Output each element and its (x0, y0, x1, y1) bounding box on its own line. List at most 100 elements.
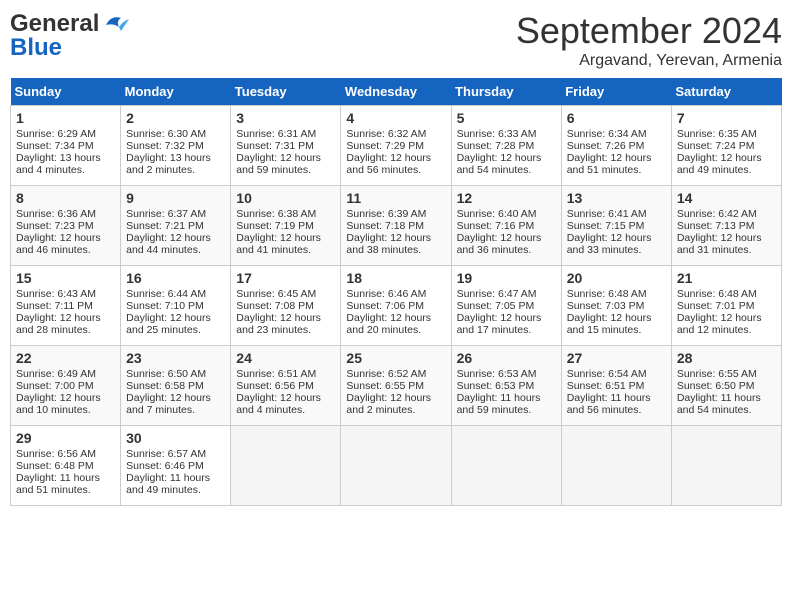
sunrise-text: Sunrise: 6:52 AM (346, 368, 426, 380)
calendar-cell: 4 Sunrise: 6:32 AMSunset: 7:29 PMDaylight… (341, 106, 451, 186)
sunrise-text: Sunrise: 6:29 AM (16, 128, 96, 140)
day-number: 26 (457, 350, 556, 366)
sunrise-text: Sunrise: 6:36 AM (16, 208, 96, 220)
calendar-cell: 18Sunrise: 6:46 AMSunset: 7:06 PMDayligh… (341, 266, 451, 346)
sunrise-text: Sunrise: 6:31 AM (236, 128, 316, 140)
sunset-text: Sunset: 6:46 PM (126, 460, 204, 472)
sunrise-text: Sunrise: 6:57 AM (126, 448, 206, 460)
header-sunday: Sunday (11, 78, 121, 106)
daylight-text: Daylight: 12 hours and 7 minutes. (126, 392, 211, 416)
day-number: 25 (346, 350, 445, 366)
sunrise-text: Sunrise: 6:34 AM (567, 128, 647, 140)
daylight-text: Daylight: 12 hours and 36 minutes. (457, 232, 542, 256)
sunrise-text: Sunrise: 6:50 AM (126, 368, 206, 380)
calendar-cell (671, 426, 781, 506)
sunrise-text: Sunrise: 6:38 AM (236, 208, 316, 220)
day-number: 4 (346, 110, 445, 126)
day-number: 15 (16, 270, 115, 286)
day-number: 2 (126, 110, 225, 126)
sunrise-text: Sunrise: 6:51 AM (236, 368, 316, 380)
daylight-text: Daylight: 12 hours and 12 minutes. (677, 312, 762, 336)
daylight-text: Daylight: 13 hours and 4 minutes. (16, 152, 101, 176)
calendar-cell: 7Sunrise: 6:35 AMSunset: 7:24 PMDaylight… (671, 106, 781, 186)
sunrise-text: Sunrise: 6:48 AM (677, 288, 757, 300)
sunrise-text: Sunrise: 6:46 AM (346, 288, 426, 300)
sunset-text: Sunset: 6:55 PM (346, 380, 424, 392)
daylight-text: Daylight: 12 hours and 10 minutes. (16, 392, 101, 416)
sunset-text: Sunset: 7:29 PM (346, 140, 424, 152)
sunset-text: Sunset: 6:50 PM (677, 380, 755, 392)
sunset-text: Sunset: 6:51 PM (567, 380, 645, 392)
header-saturday: Saturday (671, 78, 781, 106)
sunrise-text: Sunrise: 6:54 AM (567, 368, 647, 380)
day-number: 18 (346, 270, 445, 286)
sunset-text: Sunset: 7:10 PM (126, 300, 204, 312)
sunrise-text: Sunrise: 6:30 AM (126, 128, 206, 140)
calendar-cell: 25Sunrise: 6:52 AMSunset: 6:55 PMDayligh… (341, 346, 451, 426)
day-number: 5 (457, 110, 556, 126)
calendar-cell: 16Sunrise: 6:44 AMSunset: 7:10 PMDayligh… (121, 266, 231, 346)
day-number: 11 (346, 190, 445, 206)
day-number: 10 (236, 190, 335, 206)
calendar-week-row: 1Sunrise: 6:29 AMSunset: 7:34 PMDaylight… (11, 106, 782, 186)
calendar-week-row: 8Sunrise: 6:36 AMSunset: 7:23 PMDaylight… (11, 186, 782, 266)
sunset-text: Sunset: 7:26 PM (567, 140, 645, 152)
calendar-cell: 6Sunrise: 6:34 AMSunset: 7:26 PMDaylight… (561, 106, 671, 186)
sunset-text: Sunset: 7:18 PM (346, 220, 424, 232)
sunset-text: Sunset: 6:58 PM (126, 380, 204, 392)
daylight-text: Daylight: 12 hours and 49 minutes. (677, 152, 762, 176)
sunrise-text: Sunrise: 6:42 AM (677, 208, 757, 220)
sunset-text: Sunset: 7:19 PM (236, 220, 314, 232)
page-header: General Blue September 2024 Argavand, Ye… (10, 10, 782, 70)
calendar-header-row: SundayMondayTuesdayWednesdayThursdayFrid… (11, 78, 782, 106)
sunrise-text: Sunrise: 6:53 AM (457, 368, 537, 380)
daylight-text: Daylight: 12 hours and 44 minutes. (126, 232, 211, 256)
sunrise-text: Sunrise: 6:43 AM (16, 288, 96, 300)
sunset-text: Sunset: 7:28 PM (457, 140, 535, 152)
sunset-text: Sunset: 7:16 PM (457, 220, 535, 232)
calendar-cell (451, 426, 561, 506)
daylight-text: Daylight: 12 hours and 54 minutes. (457, 152, 542, 176)
sunset-text: Sunset: 6:53 PM (457, 380, 535, 392)
day-number: 24 (236, 350, 335, 366)
daylight-text: Daylight: 12 hours and 56 minutes. (346, 152, 431, 176)
sunrise-text: Sunrise: 6:56 AM (16, 448, 96, 460)
calendar-cell: 29Sunrise: 6:56 AMSunset: 6:48 PMDayligh… (11, 426, 121, 506)
calendar-cell: 26Sunrise: 6:53 AMSunset: 6:53 PMDayligh… (451, 346, 561, 426)
sunset-text: Sunset: 7:01 PM (677, 300, 755, 312)
sunset-text: Sunset: 7:15 PM (567, 220, 645, 232)
sunrise-text: Sunrise: 6:55 AM (677, 368, 757, 380)
daylight-text: Daylight: 13 hours and 2 minutes. (126, 152, 211, 176)
sunrise-text: Sunrise: 6:45 AM (236, 288, 316, 300)
calendar-cell: 2 Sunrise: 6:30 AMSunset: 7:32 PMDaylight… (121, 106, 231, 186)
sunset-text: Sunset: 7:32 PM (126, 140, 204, 152)
sunset-text: Sunset: 6:48 PM (16, 460, 94, 472)
daylight-text: Daylight: 12 hours and 20 minutes. (346, 312, 431, 336)
calendar-cell: 3Sunrise: 6:31 AMSunset: 7:31 PMDaylight… (231, 106, 341, 186)
title-section: September 2024 Argavand, Yerevan, Armeni… (516, 10, 782, 70)
daylight-text: Daylight: 12 hours and 25 minutes. (126, 312, 211, 336)
sunrise-text: Sunrise: 6:47 AM (457, 288, 537, 300)
calendar-cell (561, 426, 671, 506)
location: Argavand, Yerevan, Armenia (516, 52, 782, 70)
daylight-text: Daylight: 12 hours and 15 minutes. (567, 312, 652, 336)
sunrise-text: Sunrise: 6:35 AM (677, 128, 757, 140)
calendar-cell: 1Sunrise: 6:29 AMSunset: 7:34 PMDaylight… (11, 106, 121, 186)
daylight-text: Daylight: 12 hours and 33 minutes. (567, 232, 652, 256)
calendar-cell: 28Sunrise: 6:55 AMSunset: 6:50 PMDayligh… (671, 346, 781, 426)
day-number: 19 (457, 270, 556, 286)
daylight-text: Daylight: 12 hours and 17 minutes. (457, 312, 542, 336)
day-number: 6 (567, 110, 666, 126)
daylight-text: Daylight: 11 hours and 51 minutes. (16, 472, 100, 496)
sunrise-text: Sunrise: 6:32 AM (346, 128, 426, 140)
sunset-text: Sunset: 7:11 PM (16, 300, 93, 312)
daylight-text: Daylight: 12 hours and 38 minutes. (346, 232, 431, 256)
day-number: 22 (16, 350, 115, 366)
daylight-text: Daylight: 12 hours and 41 minutes. (236, 232, 321, 256)
day-number: 9 (126, 190, 225, 206)
day-number: 30 (126, 430, 225, 446)
calendar-cell: 15Sunrise: 6:43 AMSunset: 7:11 PMDayligh… (11, 266, 121, 346)
daylight-text: Daylight: 11 hours and 56 minutes. (567, 392, 651, 416)
logo-bird-icon (101, 13, 131, 35)
month-title: September 2024 (516, 10, 782, 52)
